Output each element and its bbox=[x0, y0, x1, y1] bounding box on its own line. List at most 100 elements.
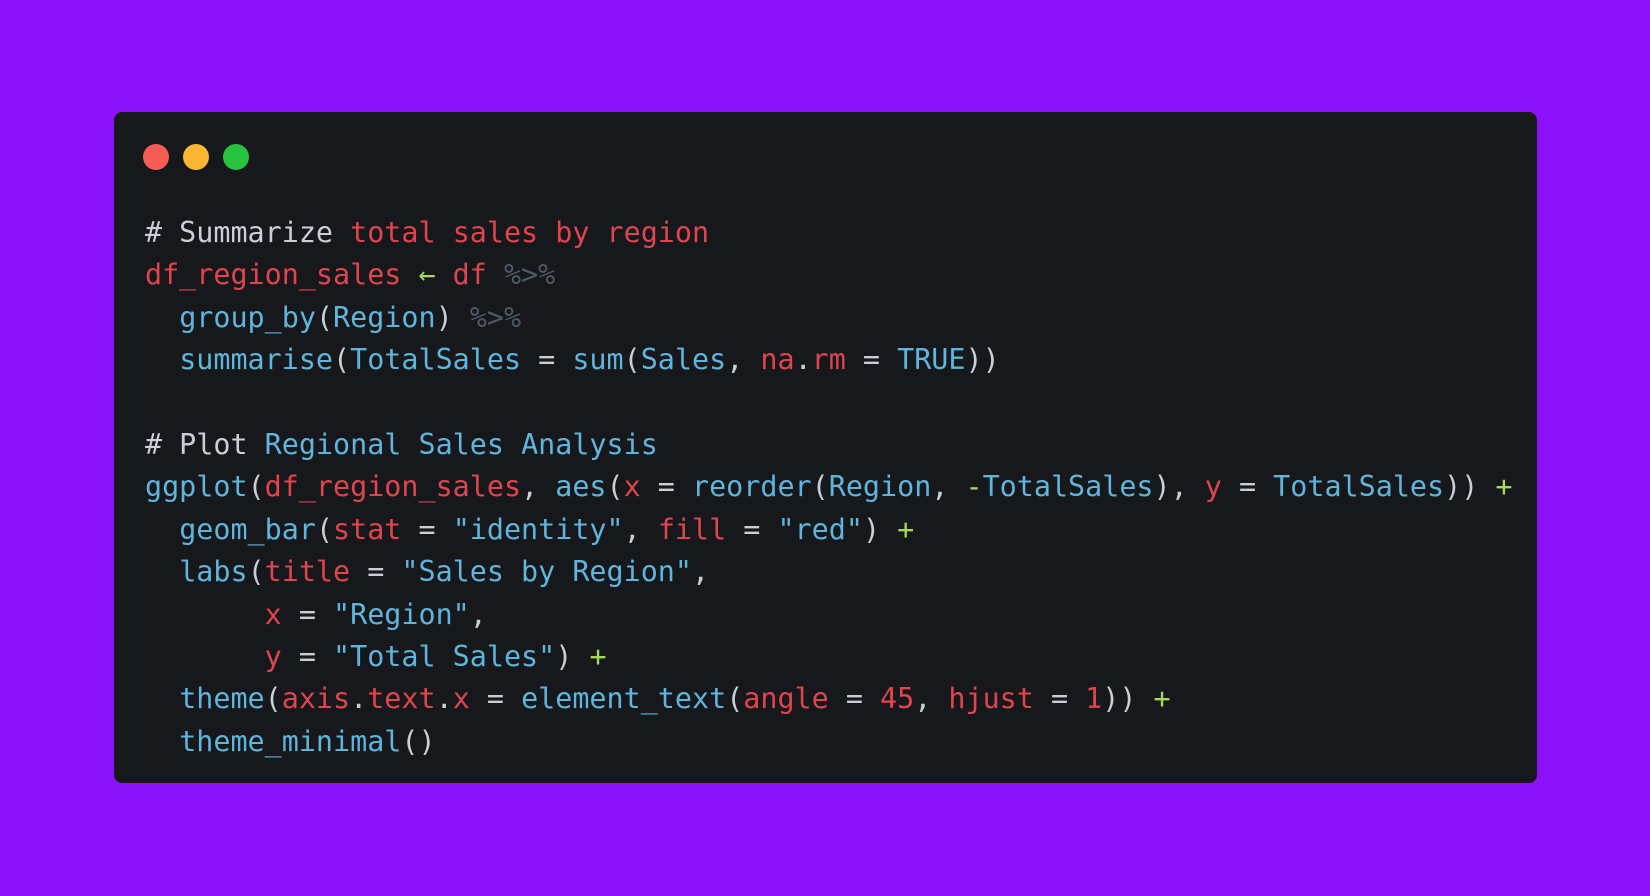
code-token: theme bbox=[179, 682, 265, 716]
code-token: # Summarize bbox=[145, 216, 351, 249]
window-controls bbox=[143, 144, 249, 170]
code-token: 45 bbox=[880, 682, 915, 716]
code-token: Analysis bbox=[521, 427, 658, 461]
code-token: total bbox=[350, 216, 436, 249]
code-token: %>% bbox=[503, 258, 556, 292]
code-token: x bbox=[452, 682, 470, 716]
code-token: = bbox=[469, 682, 522, 716]
code-token: )) bbox=[965, 343, 1000, 377]
code-token: ( bbox=[315, 512, 334, 546]
code-line: theme(axis.text.x = element_text(angle =… bbox=[145, 678, 1512, 720]
code-token: + bbox=[1495, 470, 1513, 504]
close-icon[interactable] bbox=[143, 144, 169, 170]
code-token: # Plot bbox=[145, 427, 265, 461]
code-token: + bbox=[897, 512, 915, 546]
code-token: "Total Sales" bbox=[333, 639, 556, 673]
code-token: by bbox=[555, 216, 590, 249]
code-token: , bbox=[931, 470, 966, 504]
code-token: )) bbox=[1444, 470, 1496, 504]
code-token: y bbox=[264, 639, 282, 673]
code-token: , bbox=[691, 555, 710, 589]
code-token: TotalSales bbox=[1273, 470, 1445, 504]
code-token: ( bbox=[726, 682, 744, 716]
code-token: 1 bbox=[1085, 682, 1103, 716]
code-token: = bbox=[281, 639, 334, 673]
code-token: = bbox=[521, 343, 573, 377]
code-token: = bbox=[1033, 682, 1086, 716]
code-token: df bbox=[452, 258, 487, 292]
code-token: df_region_sales bbox=[264, 470, 522, 504]
code-block[interactable]: # Summarize total sales by region df_regi… bbox=[145, 212, 1512, 763]
code-token: ( bbox=[606, 470, 624, 504]
code-token: = bbox=[281, 597, 334, 631]
code-token: Region bbox=[333, 300, 436, 334]
code-token: reorder bbox=[691, 470, 812, 504]
minimize-icon[interactable] bbox=[183, 144, 209, 170]
code-token: , bbox=[726, 343, 761, 377]
code-line: labs(title = "Sales by Region", bbox=[145, 551, 1512, 593]
code-token: . bbox=[350, 682, 368, 716]
code-line: y = "Total Sales") + bbox=[145, 636, 1512, 678]
code-token: . bbox=[794, 343, 812, 377]
code-token: region bbox=[606, 216, 710, 249]
code-token: Sales bbox=[640, 343, 727, 377]
code-line: # Summarize total sales by region bbox=[145, 212, 1512, 254]
code-token: theme_minimal bbox=[179, 724, 402, 758]
code-token: . bbox=[435, 682, 453, 716]
code-token: ← bbox=[418, 258, 436, 292]
zoom-icon[interactable] bbox=[223, 144, 249, 170]
code-line: df_region_sales ← df %>% bbox=[145, 254, 1512, 296]
code-token: ) bbox=[555, 639, 590, 673]
code-token: ( bbox=[264, 682, 282, 716]
code-token: na bbox=[760, 343, 795, 377]
code-token: x bbox=[623, 470, 641, 504]
code-token: = bbox=[640, 470, 692, 504]
code-line: x = "Region", bbox=[145, 594, 1512, 636]
code-token: sum bbox=[572, 343, 624, 377]
code-token: , bbox=[521, 470, 556, 504]
code-token: "Sales by Region" bbox=[401, 555, 692, 589]
code-token: aes bbox=[555, 470, 607, 504]
code-token: ( bbox=[247, 470, 265, 504]
code-token: )) bbox=[1102, 682, 1154, 716]
code-token: text bbox=[367, 682, 436, 716]
code-token: - bbox=[965, 470, 983, 504]
code-token: ) bbox=[435, 300, 470, 334]
code-line: # Plot Regional Sales Analysis bbox=[145, 424, 1512, 466]
code-line: geom_bar(stat = "identity", fill = "red"… bbox=[145, 509, 1512, 551]
code-token: = bbox=[845, 343, 898, 377]
code-token: Sales bbox=[418, 427, 504, 461]
code-token: element_text bbox=[521, 682, 727, 716]
code-token: Regional bbox=[264, 427, 402, 461]
code-token: TotalSales bbox=[350, 343, 522, 377]
code-line: group_by(Region) %>% bbox=[145, 297, 1512, 339]
code-token: summarise bbox=[179, 343, 334, 377]
code-token: , bbox=[914, 682, 949, 716]
code-token: ( bbox=[247, 555, 265, 589]
code-token: "identity" bbox=[452, 512, 624, 546]
code-token: "Region" bbox=[333, 597, 470, 631]
code-token: "red" bbox=[777, 512, 863, 546]
code-token: fill bbox=[657, 512, 727, 546]
code-token: df_region_sales bbox=[145, 258, 402, 292]
code-token: angle bbox=[743, 682, 829, 716]
code-token: hjust bbox=[948, 682, 1034, 716]
code-token: axis bbox=[281, 682, 351, 716]
code-token: , bbox=[469, 597, 487, 631]
code-line: theme_minimal() bbox=[145, 721, 1512, 763]
code-line: ggplot(df_region_sales, aes(x = reorder(… bbox=[145, 466, 1512, 508]
code-token: () bbox=[401, 724, 436, 758]
code-token: group_by bbox=[179, 300, 316, 334]
code-token: TRUE bbox=[897, 343, 966, 377]
